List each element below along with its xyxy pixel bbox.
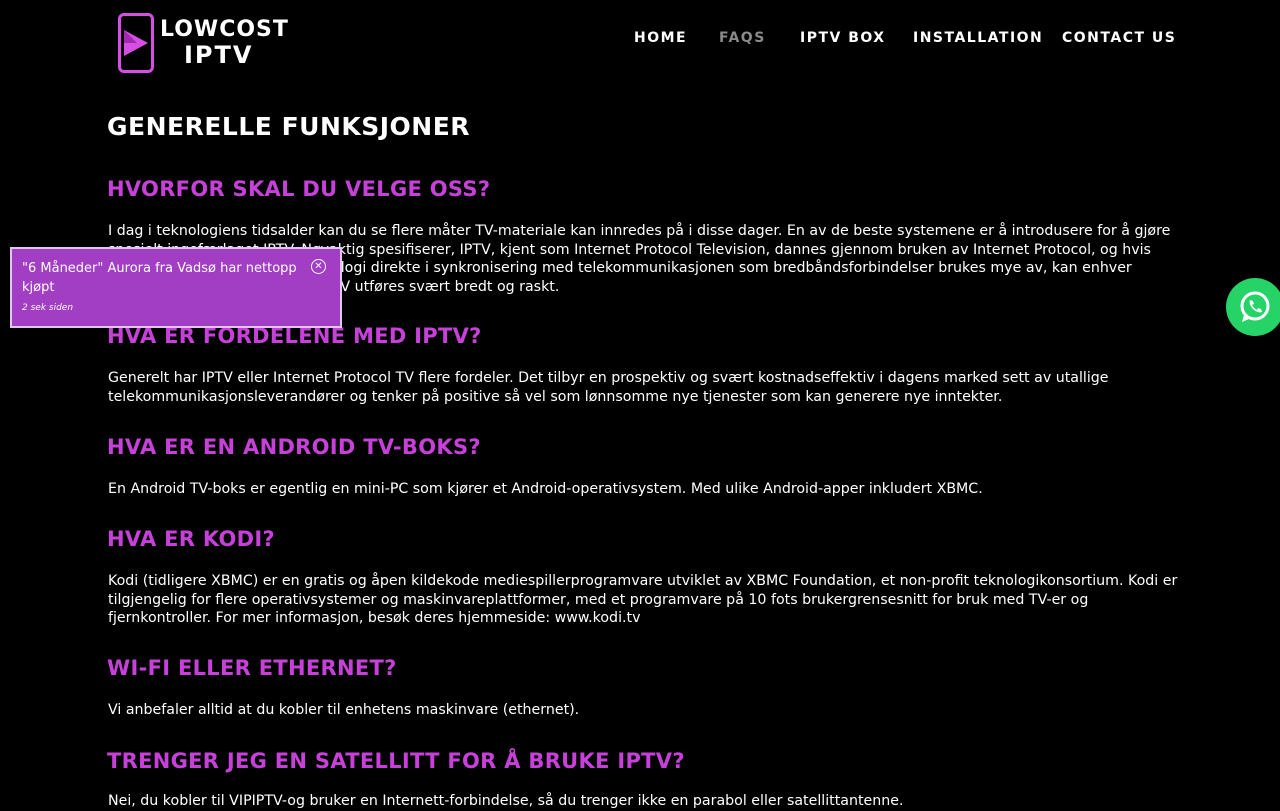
faq-heading-kodi: HVA ER KODI? bbox=[107, 527, 276, 551]
page-title: GENERELLE FUNKSJONER bbox=[107, 112, 471, 141]
nav-contact-us[interactable]: CONTACT US bbox=[1062, 30, 1176, 46]
close-circle-icon[interactable]: ✕ bbox=[311, 259, 326, 274]
nav-iptv-box[interactable]: IPTV BOX bbox=[800, 30, 886, 46]
site-header: LOWCOST IPTV HOME FAQS IPTV BOX INSTALLA… bbox=[0, 0, 1280, 90]
nav-faqs[interactable]: FAQS bbox=[719, 30, 766, 46]
nav-home[interactable]: HOME bbox=[634, 30, 687, 46]
faq-heading-satellite: TRENGER JEG EN SATELLITT FOR Å BRUKE IPT… bbox=[107, 749, 685, 773]
logo-text: LOWCOST IPTV bbox=[160, 17, 289, 69]
faq-text-kodi: Kodi (tidligere XBMC) er en gratis og åp… bbox=[108, 573, 1178, 626]
faq-text-benefits: Generelt har IPTV eller Internet Protoco… bbox=[108, 370, 1109, 405]
faq-heading-wifi: WI-FI ELLER ETHERNET? bbox=[107, 656, 397, 680]
whatsapp-button[interactable] bbox=[1226, 278, 1280, 336]
play-icon bbox=[118, 13, 154, 73]
site-logo[interactable]: LOWCOST IPTV bbox=[118, 12, 288, 74]
notification-message: "6 Måneder" Aurora fra Vadsø har nettopp… bbox=[22, 261, 297, 295]
faq-heading-why-us: HVORFOR SKAL DU VELGE OSS? bbox=[107, 177, 491, 201]
faq-text-wifi: Vi anbefaler alltid at du kobler til enh… bbox=[108, 702, 580, 718]
faq-heading-android-box: HVA ER EN ANDROID TV-BOKS? bbox=[107, 435, 481, 459]
logo-line1: LOWCOST bbox=[160, 17, 289, 42]
whatsapp-icon bbox=[1240, 291, 1270, 322]
notification-time: 2 sek siden bbox=[22, 303, 74, 313]
purchase-notification[interactable]: "6 Måneder" Aurora fra Vadsø har nettopp… bbox=[10, 247, 342, 328]
logo-line2: IPTV bbox=[184, 41, 254, 69]
nav-installation[interactable]: INSTALLATION bbox=[913, 30, 1043, 46]
faq-text-android-box: En Android TV-boks er egentlig en mini-P… bbox=[108, 481, 983, 497]
faq-text-satellite: Nei, du kobler til VIPIPTV-og bruker en … bbox=[108, 793, 904, 809]
